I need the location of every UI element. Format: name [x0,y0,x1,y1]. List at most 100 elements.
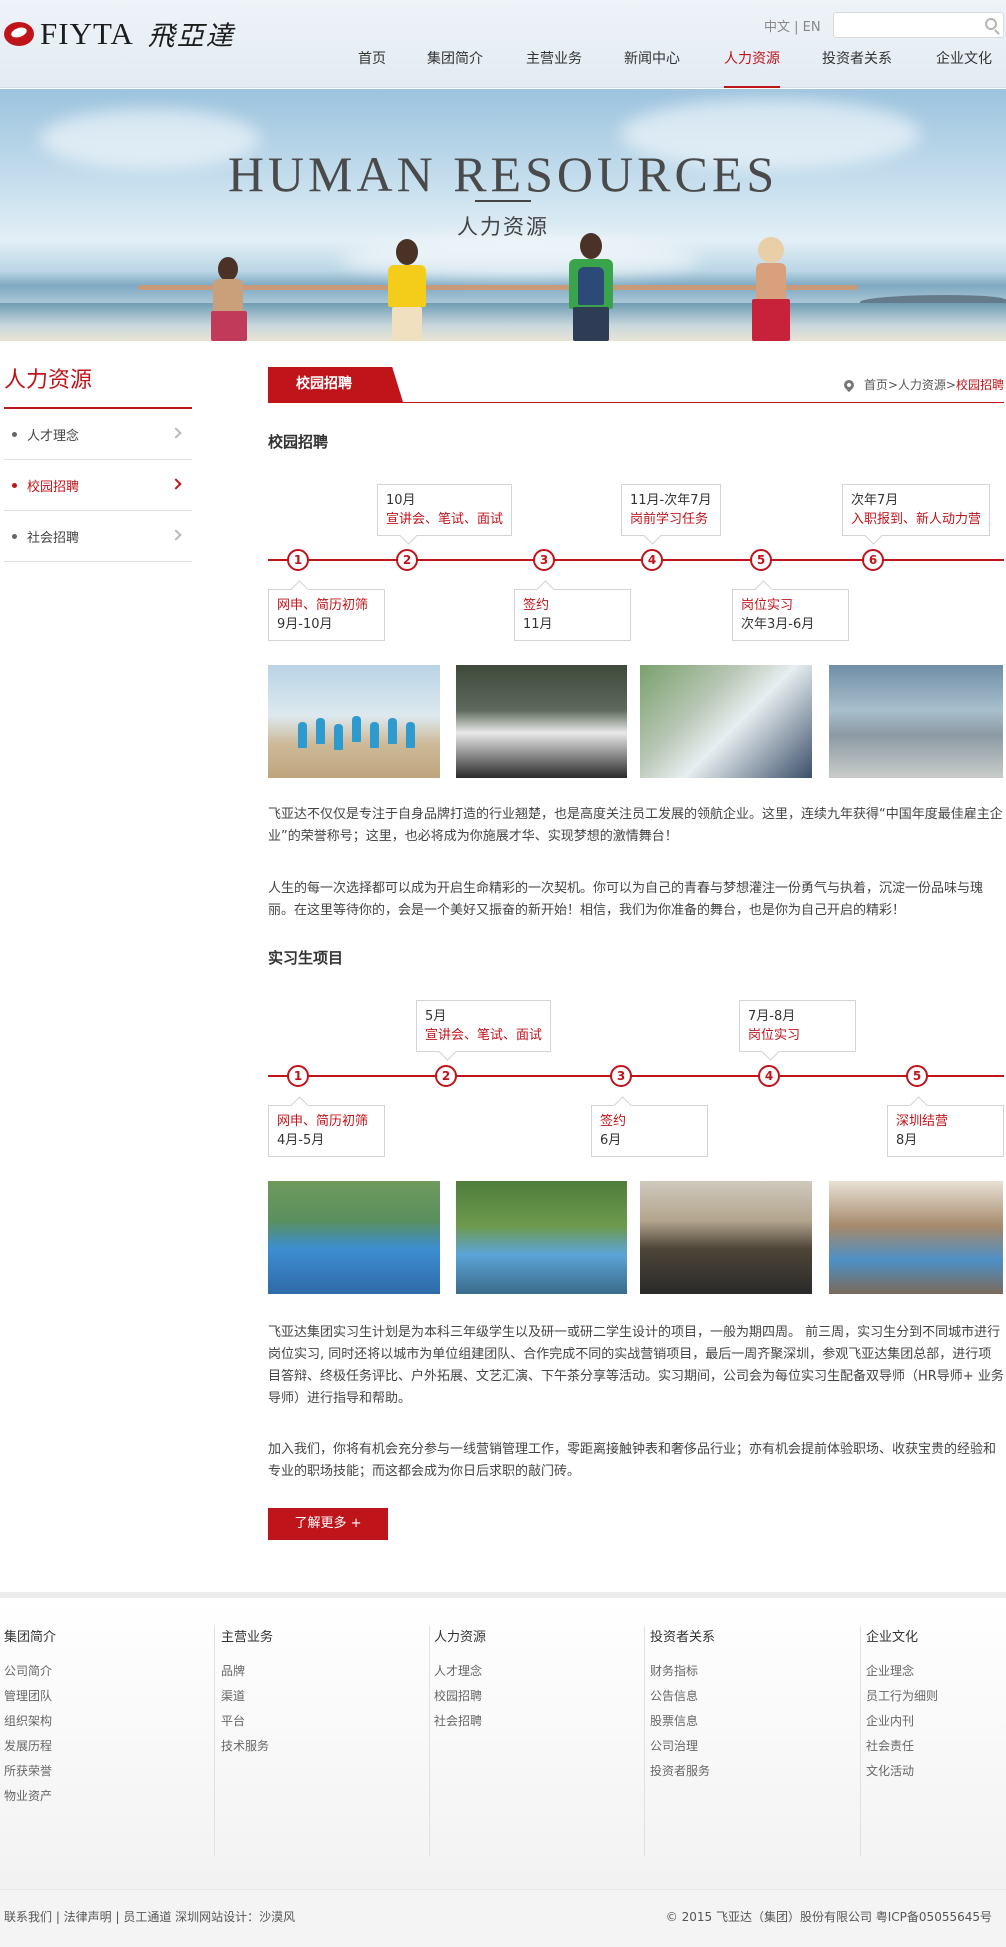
banner-sea [0,303,1006,341]
footer-link[interactable]: 公司治理 [650,1734,860,1759]
campus-photo [829,665,1003,778]
breadcrumb-separator: > [945,377,956,392]
timeline-line [268,559,1004,561]
campus-paragraph-1: 飞亚达不仅仅是专注于自身品牌打造的行业翘楚，也是高度关注员工发展的领航企业。这里… [268,807,1003,844]
tab-campus-recruitment[interactable]: 校园招聘 [268,367,403,402]
footer-link[interactable]: 文化活动 [866,1759,1006,1784]
footer-link[interactable]: 校园招聘 [434,1684,644,1709]
bullet-icon [12,482,17,488]
photo-figure [370,722,379,748]
sidebar-item-campus-recruitment[interactable]: 校园招聘 [4,460,192,511]
footer-column-hr: 人力资源 人才理念 校园招聘 社会招聘 [430,1626,645,1856]
banner-person-torso [388,265,426,307]
footer-column-title[interactable]: 投资者关系 [650,1626,860,1645]
sidebar-menu: 人才理念 校园招聘 社会招聘 [4,409,192,562]
location-pin-icon [841,377,856,392]
timeline-box-event: 岗位实习 [748,1028,801,1043]
intern-photo [829,1181,1003,1294]
campus-photo [456,665,627,778]
banner-subtitle: 人力资源 [457,215,549,239]
footer-link[interactable]: 组织架构 [4,1709,214,1734]
footer-column-title[interactable]: 集团简介 [4,1626,214,1645]
footer-link[interactable]: 企业内刊 [866,1709,1006,1734]
timeline-node: 3 [610,1065,632,1087]
banner-person-legs [752,299,790,341]
timeline-box-event: 签约 [523,598,550,613]
timeline-box-event: 宣讲会、笔试、面试 [386,512,504,527]
footer-link[interactable]: 技术服务 [221,1734,429,1759]
timeline-node: 1 [287,549,309,571]
footer-link[interactable]: 财务指标 [650,1659,860,1684]
hero-banner: HUMAN RESOURCES 人力资源 [0,89,1006,341]
footer-column-about: 集团简介 公司简介 管理团队 组织架构 发展历程 所获荣誉 物业资产 [0,1626,215,1856]
breadcrumb-separator: > [887,377,898,392]
footer-column-title[interactable]: 主营业务 [221,1626,429,1645]
footer-link[interactable]: 企业理念 [866,1659,1006,1684]
footer-link[interactable]: 渠道 [221,1684,429,1709]
campus-paragraph-2: 人生的每一次选择都可以成为开启生命精彩的一次契机。你可以为自己的青春与梦想灌注一… [268,881,984,918]
footer-link[interactable]: 社会责任 [866,1734,1006,1759]
footer-link[interactable]: 公司简介 [4,1659,214,1684]
chevron-right-icon [170,427,182,439]
timeline-box-date: 11月-次年7月 [630,493,712,508]
breadcrumb-parent[interactable]: 人力资源 [898,376,946,393]
timeline-box-date: 8月 [896,1133,918,1148]
intern-photo [456,1181,627,1294]
timeline-node: 4 [641,549,663,571]
footer-link[interactable]: 员工行为细则 [866,1684,1006,1709]
banner-person-hat [758,237,784,263]
banner-divider [475,200,531,202]
footer-link[interactable]: 投资者服务 [650,1759,860,1784]
footer-link[interactable]: 股票信息 [650,1709,860,1734]
timeline-box-event: 宣讲会、笔试、面试 [425,1028,543,1043]
banner-person-legs [211,311,247,341]
timeline-box-event: 入职报到、新人动力营 [851,512,982,527]
sidebar-item-social-recruitment[interactable]: 社会招聘 [4,511,192,562]
breadcrumb-home[interactable]: 首页 [864,376,888,393]
campus-timeline-box-down: 签约 11月 [514,589,631,641]
timeline-box-date: 4月-5月 [277,1133,325,1148]
search-input[interactable] [834,13,974,37]
footer-link[interactable]: 物业资产 [4,1784,214,1809]
nav-home[interactable]: 首页 [358,50,386,88]
timeline-box-date: 5月 [425,1009,447,1024]
footer-link[interactable]: 发展历程 [4,1734,214,1759]
nav-news[interactable]: 新闻中心 [624,50,680,88]
timeline-box-date: 次年3月-6月 [741,617,815,632]
learn-more-button[interactable]: 了解更多 + [268,1508,388,1540]
sidebar-item-talent-philosophy[interactable]: 人才理念 [4,409,192,460]
chevron-right-icon [170,529,182,541]
nav-about[interactable]: 集团简介 [427,50,483,88]
banner-arms [138,285,858,290]
footer-link[interactable]: 平台 [221,1709,429,1734]
nav-culture[interactable]: 企业文化 [936,50,992,88]
footer-column-title[interactable]: 人力资源 [434,1626,644,1645]
timeline-node: 2 [396,549,418,571]
nav-hr[interactable]: 人力资源 [724,50,780,88]
banner-title: HUMAN RESOURCES [227,146,779,202]
campus-timeline-box-up: 10月 宣讲会、笔试、面试 [377,484,513,536]
banner-person-backpack [578,267,604,305]
footer-links[interactable]: 联系我们 | 法律声明 | 员工通道 深圳网站设计：沙漠风 [4,1908,295,1925]
footer-link[interactable]: 人才理念 [434,1659,644,1684]
timeline-box-date: 次年7月 [851,493,899,508]
footer-link[interactable]: 社会招聘 [434,1709,644,1734]
banner-person-torso [756,263,786,301]
lang-en-link[interactable]: EN [803,20,821,35]
intern-photo [268,1181,440,1294]
footer-link[interactable]: 品牌 [221,1659,429,1684]
footer-column-title[interactable]: 企业文化 [866,1626,1006,1645]
nav-business[interactable]: 主营业务 [526,50,582,88]
search-icon[interactable] [985,18,997,30]
logo[interactable]: FIYTA 飛亞達 [4,14,235,53]
sidebar-title: 人力资源 [4,368,93,393]
nav-investors[interactable]: 投资者关系 [822,50,892,88]
intern-paragraph-2: 加入我们，你将有机会充分参与一线营销管理工作，零距离接触钟表和奢侈品行业；亦有机… [268,1442,997,1479]
footer-link[interactable]: 管理团队 [4,1684,214,1709]
banner-person-legs [392,307,422,341]
footer-link[interactable]: 所获荣誉 [4,1759,214,1784]
lang-cn-link[interactable]: 中文 [764,20,790,35]
footer-column-business: 主营业务 品牌 渠道 平台 技术服务 [215,1626,430,1856]
timeline-node: 5 [750,549,772,571]
footer-link[interactable]: 公告信息 [650,1684,860,1709]
